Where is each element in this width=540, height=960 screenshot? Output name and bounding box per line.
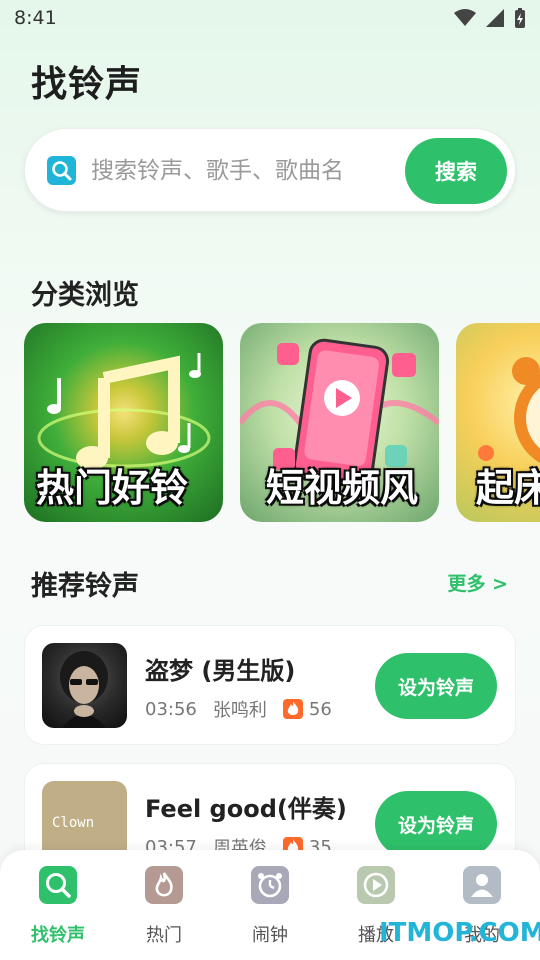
search-icon — [47, 156, 76, 185]
signal-icon — [486, 9, 504, 27]
more-link[interactable]: 更多 > — [447, 569, 508, 596]
nav-label: 热门 — [146, 925, 182, 946]
nav-item-alarm[interactable]: 闹钟 — [230, 866, 310, 950]
search-icon — [39, 866, 77, 904]
search-button[interactable]: 搜索 — [405, 138, 507, 204]
nav-label: 闹钟 — [252, 925, 288, 946]
cover-text: Clown — [52, 815, 95, 831]
play-icon — [357, 866, 395, 904]
nav-item-hot[interactable]: 热门 — [124, 866, 204, 950]
fire-icon — [282, 699, 303, 719]
category-label: 热门好铃 — [36, 466, 189, 510]
search-input[interactable] — [91, 151, 391, 191]
song-card[interactable]: 盗梦 (男生版) 03:56 张鸣利 56 设为铃声 — [24, 625, 516, 745]
nav-label: 找铃声 — [31, 925, 85, 946]
battery-icon — [515, 8, 525, 28]
user-icon — [463, 866, 501, 904]
song-duration: 03:56 — [145, 698, 197, 720]
set-ringtone-button[interactable]: 设为铃声 — [375, 791, 497, 857]
song-meta: 03:56 张鸣利 56 — [145, 696, 332, 722]
watermark: ITMOP.COM — [379, 918, 540, 948]
status-time: 8:41 — [14, 7, 57, 29]
fire-icon — [145, 866, 183, 904]
nav-item-find-ringtone[interactable]: 找铃声 — [18, 866, 98, 950]
categories-section-title: 分类浏览 — [31, 280, 139, 311]
status-icons — [454, 8, 526, 28]
page-title: 找铃声 — [31, 64, 143, 105]
category-label: 起床 — [476, 466, 540, 510]
category-card-wake-up[interactable]: 起床 — [456, 323, 540, 522]
search-box[interactable]: 搜索 — [24, 128, 516, 212]
recommended-section-title: 推荐铃声 — [31, 571, 139, 602]
song-cover-image — [42, 643, 127, 728]
song-title: 盗梦 (男生版) — [145, 657, 296, 685]
song-heat-count: 56 — [308, 698, 332, 720]
song-title: Feel good(伴奏) — [145, 795, 347, 823]
category-card-short-video[interactable]: 短视频风 — [240, 323, 439, 522]
category-card-hot[interactable]: 热门好铃 — [24, 323, 223, 522]
wifi-icon — [454, 9, 476, 26]
alarm-clock-icon — [251, 866, 289, 904]
status-bar: 8:41 — [0, 0, 540, 36]
set-ringtone-button[interactable]: 设为铃声 — [375, 653, 497, 719]
categories-row: 热门好铃 短视频风 起床 — [0, 323, 540, 523]
category-label: 短视频风 — [266, 466, 419, 510]
song-artist: 张鸣利 — [212, 700, 267, 721]
